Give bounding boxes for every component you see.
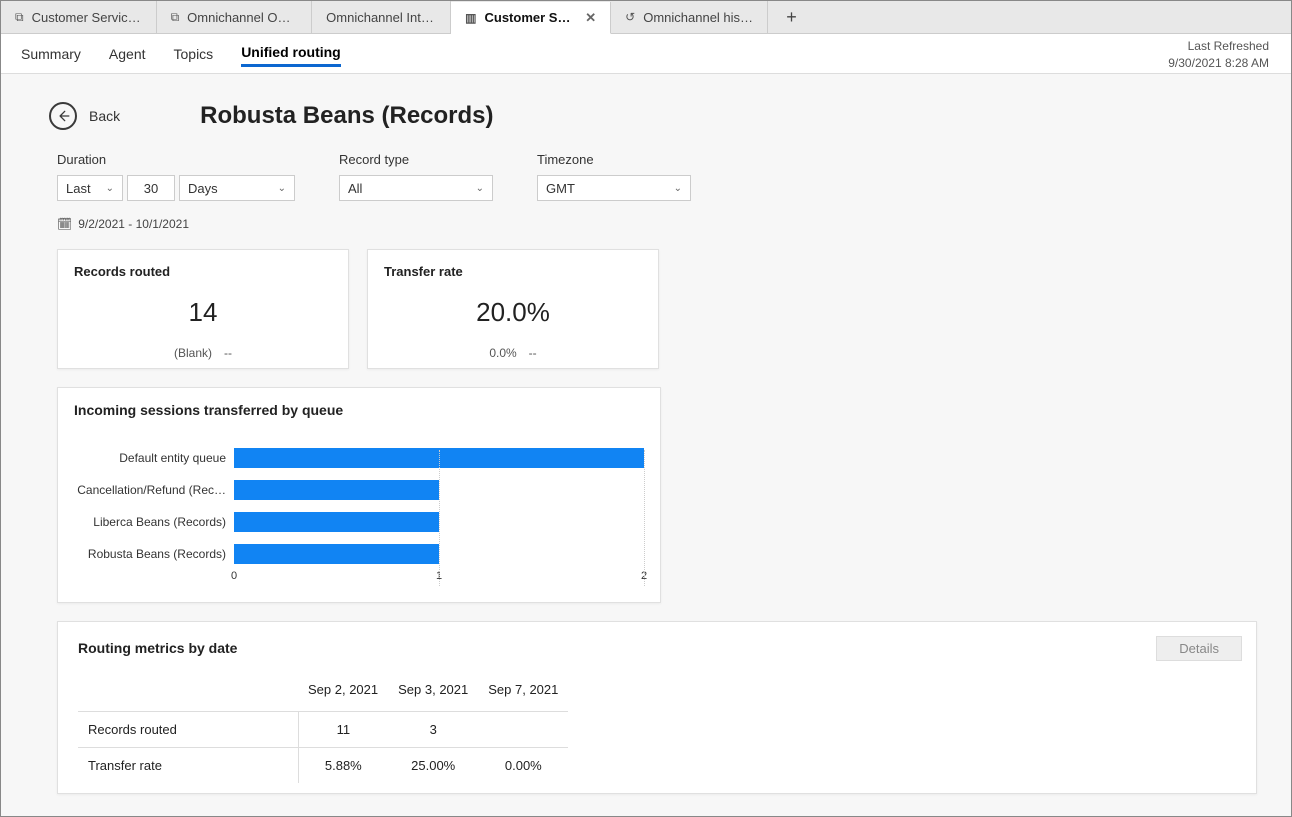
timezone-select[interactable]: GMT ⌄ (537, 175, 691, 201)
last-refreshed-label: Last Refreshed (1168, 38, 1269, 55)
sub-nav: Summary Agent Topics Unified routing Las… (1, 34, 1291, 74)
table-title: Routing metrics by date (78, 640, 1236, 656)
tab-label: Customer Service A… (32, 10, 142, 25)
card-queue-chart: Incoming sessions transferred by queue D… (57, 387, 661, 603)
duration-unit-select[interactable]: Days ⌄ (179, 175, 295, 201)
bar (234, 512, 439, 532)
card-title: Transfer rate (384, 264, 642, 279)
card-routing-metrics: Routing metrics by date Details Sep 2, 2… (57, 621, 1257, 794)
date-range: 🗓 9/2/2021 - 10/1/2021 (1, 207, 1291, 249)
cell: 3 (388, 712, 478, 748)
plus-icon: + (786, 7, 797, 28)
card-transfer-rate: Transfer rate 20.0% 0.0%-- (367, 249, 659, 369)
subnav-topics[interactable]: Topics (174, 42, 214, 66)
select-value: 30 (144, 181, 158, 196)
select-value: GMT (546, 181, 575, 196)
row-label: Records routed (78, 712, 298, 748)
metrics-table: Sep 2, 2021Sep 3, 2021Sep 7, 2021Records… (78, 676, 568, 783)
history-icon: ↺ (625, 10, 635, 24)
last-refreshed: Last Refreshed 9/30/2021 8:28 AM (1168, 38, 1269, 72)
table-row: Transfer rate5.88%25.00%0.00% (78, 748, 568, 784)
tab-label: Customer Service historic… (485, 10, 576, 25)
table-header: Sep 2, 2021 (298, 676, 388, 712)
subnav-summary[interactable]: Summary (21, 42, 81, 66)
filter-duration-label: Duration (57, 152, 295, 167)
tab-label: Omnichannel histo… (643, 10, 753, 25)
bar-label: Cancellation/Refund (Rec… (74, 483, 234, 497)
x-tick: 0 (231, 570, 237, 582)
tab-cs-historical[interactable]: ▥ Customer Service historic… ✕ (451, 2, 611, 34)
page-title: Robusta Beans (Records) (200, 102, 493, 130)
last-refreshed-value: 9/30/2021 8:28 AM (1168, 55, 1269, 72)
chart-title: Incoming sessions transferred by queue (74, 402, 644, 418)
tab-omni-historical[interactable]: ↺ Omnichannel histo… (611, 1, 768, 33)
bar-label: Default entity queue (74, 451, 234, 465)
filter-timezone-label: Timezone (537, 152, 691, 167)
filter-row: Duration Last ⌄ 30 Days ⌄ Record type All ⌄… (1, 152, 1291, 207)
back-label: Back (89, 108, 120, 124)
chevron-down-icon: ⌄ (674, 183, 682, 194)
tab-omni-intraday[interactable]: Omnichannel Intraday… (312, 1, 451, 33)
page-header: Back Robusta Beans (Records) (1, 74, 1291, 152)
chevron-down-icon: ⌄ (476, 183, 484, 194)
table-header: Sep 3, 2021 (388, 676, 478, 712)
card-value: 14 (74, 297, 332, 328)
bar-label: Robusta Beans (Records) (74, 547, 234, 561)
bar-chart: Default entity queue Cancellation/Refund … (74, 448, 644, 564)
tab-label: Omnichannel Ong… (187, 10, 297, 25)
arrow-left-icon (56, 109, 70, 123)
details-button[interactable]: Details (1156, 636, 1242, 661)
card-subtext: (Blank)-- (74, 346, 332, 360)
bar (234, 480, 439, 500)
cell: 5.88% (298, 748, 388, 784)
app-icon: ⧉ (15, 10, 24, 25)
duration-count-input[interactable]: 30 (127, 175, 175, 201)
tab-new[interactable]: + (768, 1, 815, 33)
date-range-text: 9/2/2021 - 10/1/2021 (78, 217, 189, 231)
calendar-icon: 🗓 (57, 217, 72, 231)
card-title: Records routed (74, 264, 332, 279)
tab-cs-app[interactable]: ⧉ Customer Service A… (1, 1, 157, 33)
cell (478, 712, 568, 748)
cell: 11 (298, 712, 388, 748)
tab-label: Omnichannel Intraday… (326, 10, 436, 25)
chart-icon: ▥ (465, 11, 476, 25)
bar-label: Liberca Beans (Records) (74, 515, 234, 529)
table-header (78, 676, 298, 712)
filter-record-type-label: Record type (339, 152, 493, 167)
row-label: Transfer rate (78, 748, 298, 784)
table-row: Records routed113 (78, 712, 568, 748)
chevron-down-icon: ⌄ (278, 183, 286, 194)
tab-omni-ongoing[interactable]: ⧉ Omnichannel Ong… (157, 1, 313, 33)
back-button[interactable] (49, 102, 77, 130)
select-value: All (348, 181, 362, 196)
chevron-down-icon: ⌄ (106, 183, 114, 194)
card-subtext: 0.0%-- (384, 346, 642, 360)
bar (234, 544, 439, 564)
cell: 0.00% (478, 748, 568, 784)
x-axis: 012 (234, 570, 644, 586)
top-tabbar: ⧉ Customer Service A… ⧉ Omnichannel Ong… O… (1, 1, 1291, 34)
duration-period-select[interactable]: Last ⌄ (57, 175, 123, 201)
close-icon[interactable]: ✕ (585, 10, 596, 26)
card-records-routed: Records routed 14 (Blank)-- (57, 249, 349, 369)
card-value: 20.0% (384, 297, 642, 328)
record-type-select[interactable]: All ⌄ (339, 175, 493, 201)
cell: 25.00% (388, 748, 478, 784)
subnav-agent[interactable]: Agent (109, 42, 146, 66)
table-header: Sep 7, 2021 (478, 676, 568, 712)
app-icon: ⧉ (171, 10, 180, 25)
select-value: Days (188, 181, 218, 196)
subnav-unified-routing[interactable]: Unified routing (241, 40, 341, 67)
select-value: Last (66, 181, 91, 196)
